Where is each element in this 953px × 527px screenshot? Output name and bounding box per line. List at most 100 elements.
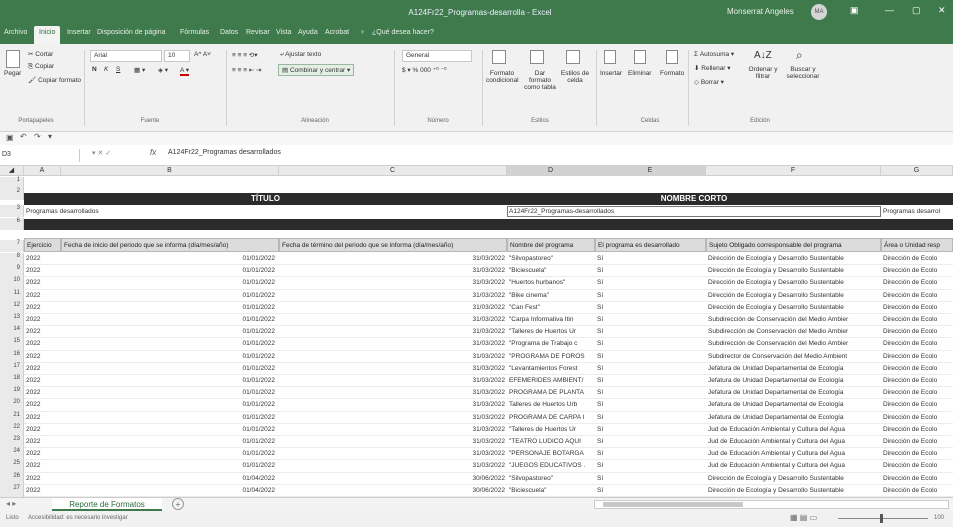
tab-vista[interactable]: Vista xyxy=(276,29,291,36)
cell-area-unidad[interactable]: Dirección de Ecolo xyxy=(883,401,953,408)
cell-sujeto-obligado[interactable]: Dirección de Ecología y Desarrollo Suste… xyxy=(708,304,880,311)
row-header[interactable]: 3 xyxy=(0,205,24,217)
zoom-level[interactable]: 100 xyxy=(934,515,944,521)
cell-area-unidad[interactable]: Dirección de Ecolo xyxy=(883,377,953,384)
cell-programa-desarrollado[interactable]: Sí xyxy=(597,316,704,323)
cell-programa-desarrollado[interactable]: Sí xyxy=(597,377,704,384)
cell-ejercicio[interactable]: 2022 xyxy=(26,450,61,457)
cell-ejercicio[interactable]: 2022 xyxy=(26,328,61,335)
delete-cells-button[interactable]: Eliminar xyxy=(628,70,651,77)
cell-programa-desarrollado[interactable]: Sí xyxy=(597,389,704,396)
row-header[interactable]: 11 xyxy=(0,289,24,302)
autosum-button[interactable]: Σ Autosuma ▾ xyxy=(694,50,734,58)
sheet-tab-reporte[interactable]: Reporte de Formatos xyxy=(52,498,162,511)
align-top-icons[interactable]: ≡ ≡ ≡ ⟲▾ xyxy=(232,51,258,59)
cell-styles-icon[interactable] xyxy=(566,50,580,64)
cell-ejercicio[interactable]: 2022 xyxy=(26,292,61,299)
tab-datos[interactable]: Datos xyxy=(220,29,238,36)
fill-color-icon[interactable]: ◈ ▾ xyxy=(158,66,168,74)
cell-sujeto-obligado[interactable]: Dirección de Ecología y Desarrollo Suste… xyxy=(708,292,880,299)
cell-fecha-termino[interactable]: 31/03/2022 xyxy=(281,316,505,323)
cell-programa-desarrollado[interactable]: Sí xyxy=(597,438,704,445)
cell-nombre-programa[interactable]: "Biciescuela" xyxy=(509,487,593,494)
clear-button[interactable]: ◇ Borrar ▾ xyxy=(694,78,724,86)
find-select-icon[interactable]: ⌕ xyxy=(796,48,803,63)
view-mode-icons[interactable]: ▦ ▤ ▭ xyxy=(790,513,817,522)
cell-nombre-programa[interactable]: "Bike cinema" xyxy=(509,292,593,299)
cell-fecha-inicio[interactable]: 01/01/2022 xyxy=(63,401,275,408)
accessibility-status[interactable]: Accesibilidad: es necesario investigar xyxy=(28,515,128,521)
cell-fecha-inicio[interactable]: 01/01/2022 xyxy=(63,365,275,372)
cell-ejercicio[interactable]: 2022 xyxy=(26,475,61,482)
cell-fecha-termino[interactable]: 30/06/2022 xyxy=(281,475,505,482)
cell-fecha-termino[interactable]: 31/03/2022 xyxy=(281,304,505,311)
insert-cells-button[interactable]: Insertar xyxy=(600,70,622,77)
cell-programa-desarrollado[interactable]: Sí xyxy=(597,279,704,286)
cell-sujeto-obligado[interactable]: Subdirección de Conservación del Medio A… xyxy=(708,328,880,335)
cell-ejercicio[interactable]: 2022 xyxy=(26,340,61,347)
tell-me-search[interactable]: ¿Qué desea hacer? xyxy=(372,29,434,36)
ribbon-display-icon[interactable]: ▣ xyxy=(850,5,859,16)
cell-nombre-programa[interactable]: Talleres de Huertos Urb xyxy=(509,401,593,408)
cell-fecha-termino[interactable]: 31/03/2022 xyxy=(281,267,505,274)
cell-ejercicio[interactable]: 2022 xyxy=(26,255,61,262)
find-select-button[interactable]: Buscar y seleccionar xyxy=(784,66,822,80)
row-header[interactable]: 24 xyxy=(0,448,24,461)
tab-revisar[interactable]: Revisar xyxy=(246,29,270,36)
save-icon[interactable]: ▣ xyxy=(6,133,14,142)
name-box[interactable]: D3 xyxy=(0,149,80,162)
cell-nombre-programa[interactable]: "Silvopastoreo" xyxy=(509,475,593,482)
row-header[interactable]: 25 xyxy=(0,460,24,473)
cell-programa-desarrollado[interactable]: Sí xyxy=(597,255,704,262)
cell-programa-desarrollado[interactable]: Sí xyxy=(597,487,704,494)
tab-disposicion[interactable]: Disposición de página xyxy=(97,29,166,36)
cell-nombre-programa[interactable]: "Levantamientos Forest xyxy=(509,365,593,372)
cell-programa-desarrollado[interactable]: Sí xyxy=(597,462,704,469)
cell-fecha-inicio[interactable]: 01/01/2022 xyxy=(63,462,275,469)
cell-ejercicio[interactable]: 2022 xyxy=(26,353,61,360)
column-header-f[interactable]: F xyxy=(706,166,881,176)
row-header[interactable]: 16 xyxy=(0,350,24,363)
row-header[interactable]: 27 xyxy=(0,484,24,497)
cell-styles-button[interactable]: Estilos de celda xyxy=(560,70,590,84)
header-programa-desarrollado[interactable]: El programa es desarrollado xyxy=(595,238,706,252)
cell-sujeto-obligado[interactable]: Jud de Educación Ambiental y Cultura del… xyxy=(708,462,880,469)
paste-button[interactable]: Pegar xyxy=(4,70,21,77)
cell-nombre-programa[interactable]: "Talleres de Huertos Ur xyxy=(509,426,593,433)
tab-inicio[interactable]: Inicio xyxy=(34,26,61,44)
cell-fecha-inicio[interactable]: 01/01/2022 xyxy=(63,450,275,457)
font-name-select[interactable]: Arial xyxy=(90,50,162,62)
undo-icon[interactable]: ↶ xyxy=(20,132,27,141)
cell-sujeto-obligado[interactable]: Dirección de Ecología y Desarrollo Suste… xyxy=(708,475,880,482)
cell-fecha-inicio[interactable]: 01/01/2022 xyxy=(63,255,275,262)
cell-fecha-termino[interactable]: 31/03/2022 xyxy=(281,438,505,445)
cell-sujeto-obligado[interactable]: Subdirector de Conservación del Medio Am… xyxy=(708,353,880,360)
zoom-thumb[interactable] xyxy=(880,514,883,523)
cell-fecha-inicio[interactable]: 01/01/2022 xyxy=(63,279,275,286)
delete-cells-icon[interactable] xyxy=(634,50,646,64)
select-all-corner[interactable]: ◢ xyxy=(0,166,24,176)
cell-ejercicio[interactable]: 2022 xyxy=(26,316,61,323)
customize-icon[interactable]: ▾ xyxy=(48,132,52,141)
cell-nombre-programa[interactable]: "Programa de Trabajo c xyxy=(509,340,593,347)
cell-fecha-termino[interactable]: 31/03/2022 xyxy=(281,255,505,262)
format-cells-icon[interactable] xyxy=(666,50,678,64)
bold-button[interactable]: N xyxy=(92,66,97,73)
cell-fecha-termino[interactable]: 31/03/2022 xyxy=(281,340,505,347)
cell-ejercicio[interactable]: 2022 xyxy=(26,438,61,445)
cell-programa-desarrollado[interactable]: Sí xyxy=(597,365,704,372)
cell-sujeto-obligado[interactable]: Jud de Educación Ambiental y Cultura del… xyxy=(708,426,880,433)
row-header[interactable]: 20 xyxy=(0,399,24,412)
column-header-a[interactable]: A xyxy=(24,166,61,176)
cell-area-unidad[interactable]: Dirección de Ecolo xyxy=(883,414,953,421)
cell-programa-desarrollado[interactable]: Sí xyxy=(597,292,704,299)
cell-area-unidad[interactable]: Dirección de Ecolo xyxy=(883,365,953,372)
cell-fecha-inicio[interactable]: 01/01/2022 xyxy=(63,304,275,311)
zoom-slider[interactable] xyxy=(838,518,928,519)
cut-button[interactable]: ✂ Cortar xyxy=(28,50,53,58)
cell-fecha-inicio[interactable]: 01/01/2022 xyxy=(63,316,275,323)
cell-ejercicio[interactable]: 2022 xyxy=(26,426,61,433)
cell-fecha-inicio[interactable]: 01/01/2022 xyxy=(63,389,275,396)
cell-sujeto-obligado[interactable]: Jefatura de Unidad Departamental de Ecol… xyxy=(708,377,880,384)
cell-area-unidad[interactable]: Dirección de Ecolo xyxy=(883,487,953,494)
